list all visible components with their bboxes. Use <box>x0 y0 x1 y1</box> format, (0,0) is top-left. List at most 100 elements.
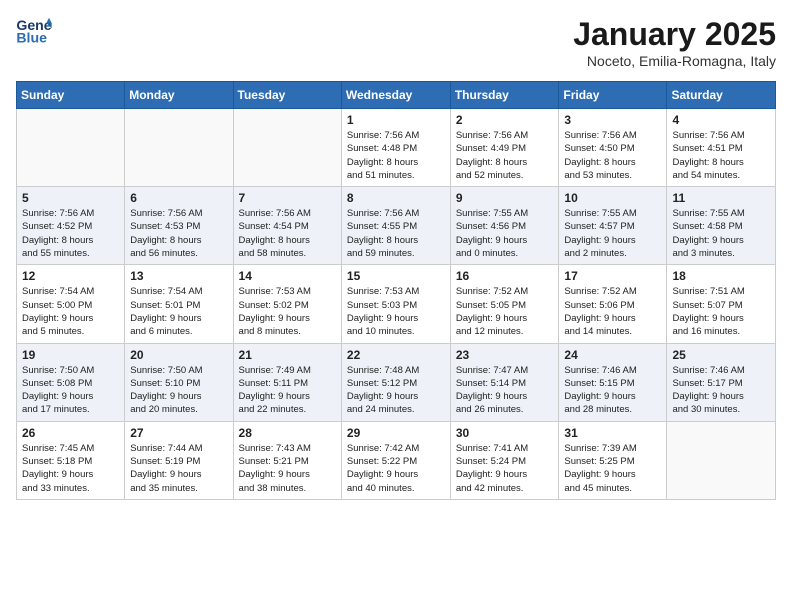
day-number: 29 <box>347 426 445 440</box>
calendar-week-row: 1Sunrise: 7:56 AM Sunset: 4:48 PM Daylig… <box>17 109 776 187</box>
day-info: Sunrise: 7:50 AM Sunset: 5:08 PM Dayligh… <box>22 364 119 417</box>
day-number: 14 <box>239 269 336 283</box>
calendar-week-row: 12 Sunrise: 7:54 AM Sunset: 5:00 PM Dayli… <box>17 265 776 343</box>
day-info: Sunrise: 7:56 AM Sunset: 4:54 PM Dayligh… <box>239 207 336 260</box>
calendar-cell: 6 Sunrise: 7:56 AM Sunset: 4:53 PM Daylig… <box>125 187 233 265</box>
day-info: Sunrise: 7:39 AM Sunset: 5:25 PM Dayligh… <box>564 442 661 495</box>
day-number: 15 <box>347 269 445 283</box>
day-info: Sunrise: 7:53 AM Sunset: 5:03 PM Dayligh… <box>347 285 445 338</box>
day-info: Sunrise: 7:56 AM Sunset: 4:50 PM Dayligh… <box>564 129 661 182</box>
calendar-cell: 17 Sunrise: 7:52 AM Sunset: 5:06 PM Dayli… <box>559 265 667 343</box>
day-number: 20 <box>130 348 227 362</box>
day-number: 9 <box>456 191 554 205</box>
weekday-header-thursday: Thursday <box>450 82 559 109</box>
calendar-cell: 15 Sunrise: 7:53 AM Sunset: 5:03 PM Dayli… <box>341 265 450 343</box>
calendar-cell: 22 Sunrise: 7:48 AM Sunset: 5:12 PM Dayli… <box>341 343 450 421</box>
day-number: 31 <box>564 426 661 440</box>
day-number: 12 <box>22 269 119 283</box>
day-number: 13 <box>130 269 227 283</box>
day-info: Sunrise: 7:45 AM Sunset: 5:18 PM Dayligh… <box>22 442 119 495</box>
day-number: 8 <box>347 191 445 205</box>
calendar-cell <box>125 109 233 187</box>
day-number: 28 <box>239 426 336 440</box>
calendar-cell: 4 Sunrise: 7:56 AM Sunset: 4:51 PM Daylig… <box>667 109 776 187</box>
calendar-cell: 26 Sunrise: 7:45 AM Sunset: 5:18 PM Dayli… <box>17 421 125 499</box>
calendar-cell: 13 Sunrise: 7:54 AM Sunset: 5:01 PM Dayli… <box>125 265 233 343</box>
day-number: 27 <box>130 426 227 440</box>
day-info: Sunrise: 7:44 AM Sunset: 5:19 PM Dayligh… <box>130 442 227 495</box>
day-number: 17 <box>564 269 661 283</box>
day-info: Sunrise: 7:55 AM Sunset: 4:57 PM Dayligh… <box>564 207 661 260</box>
day-info: Sunrise: 7:49 AM Sunset: 5:11 PM Dayligh… <box>239 364 336 417</box>
weekday-header-monday: Monday <box>125 82 233 109</box>
day-info: Sunrise: 7:52 AM Sunset: 5:05 PM Dayligh… <box>456 285 554 338</box>
day-number: 4 <box>672 113 770 127</box>
calendar-cell: 8 Sunrise: 7:56 AM Sunset: 4:55 PM Daylig… <box>341 187 450 265</box>
day-info: Sunrise: 7:52 AM Sunset: 5:06 PM Dayligh… <box>564 285 661 338</box>
svg-text:Blue: Blue <box>16 29 47 45</box>
day-number: 30 <box>456 426 554 440</box>
calendar-cell <box>233 109 341 187</box>
calendar-cell: 1Sunrise: 7:56 AM Sunset: 4:48 PM Daylig… <box>341 109 450 187</box>
calendar-cell: 16 Sunrise: 7:52 AM Sunset: 5:05 PM Dayli… <box>450 265 559 343</box>
weekday-header-friday: Friday <box>559 82 667 109</box>
day-number: 18 <box>672 269 770 283</box>
day-info: Sunrise: 7:55 AM Sunset: 4:58 PM Dayligh… <box>672 207 770 260</box>
day-number: 3 <box>564 113 661 127</box>
day-number: 25 <box>672 348 770 362</box>
calendar-cell: 31 Sunrise: 7:39 AM Sunset: 5:25 PM Dayli… <box>559 421 667 499</box>
day-info: Sunrise: 7:47 AM Sunset: 5:14 PM Dayligh… <box>456 364 554 417</box>
weekday-header-tuesday: Tuesday <box>233 82 341 109</box>
day-info: Sunrise: 7:48 AM Sunset: 5:12 PM Dayligh… <box>347 364 445 417</box>
logo-icon: General Blue <box>16 16 52 46</box>
day-info: Sunrise: 7:51 AM Sunset: 5:07 PM Dayligh… <box>672 285 770 338</box>
day-info: Sunrise: 7:42 AM Sunset: 5:22 PM Dayligh… <box>347 442 445 495</box>
day-number: 23 <box>456 348 554 362</box>
day-number: 24 <box>564 348 661 362</box>
day-number: 6 <box>130 191 227 205</box>
calendar-cell: 29 Sunrise: 7:42 AM Sunset: 5:22 PM Dayli… <box>341 421 450 499</box>
day-number: 22 <box>347 348 445 362</box>
day-number: 10 <box>564 191 661 205</box>
calendar-week-row: 26 Sunrise: 7:45 AM Sunset: 5:18 PM Dayli… <box>17 421 776 499</box>
day-info: Sunrise: 7:56 AM Sunset: 4:49 PM Dayligh… <box>456 129 554 182</box>
weekday-header-row: SundayMondayTuesdayWednesdayThursdayFrid… <box>17 82 776 109</box>
calendar-cell <box>17 109 125 187</box>
calendar-cell <box>667 421 776 499</box>
day-info: Sunrise: 7:46 AM Sunset: 5:15 PM Dayligh… <box>564 364 661 417</box>
day-number: 5 <box>22 191 119 205</box>
calendar-cell: 27 Sunrise: 7:44 AM Sunset: 5:19 PM Dayli… <box>125 421 233 499</box>
day-info: Sunrise: 7:56 AM Sunset: 4:51 PM Dayligh… <box>672 129 770 182</box>
day-number: 11 <box>672 191 770 205</box>
calendar-cell: 3 Sunrise: 7:56 AM Sunset: 4:50 PM Daylig… <box>559 109 667 187</box>
calendar-cell: 30Sunrise: 7:41 AM Sunset: 5:24 PM Dayli… <box>450 421 559 499</box>
calendar-cell: 18 Sunrise: 7:51 AM Sunset: 5:07 PM Dayli… <box>667 265 776 343</box>
day-info: Sunrise: 7:56 AM Sunset: 4:55 PM Dayligh… <box>347 207 445 260</box>
day-info: Sunrise: 7:54 AM Sunset: 5:01 PM Dayligh… <box>130 285 227 338</box>
calendar-cell: 7Sunrise: 7:56 AM Sunset: 4:54 PM Daylig… <box>233 187 341 265</box>
day-info: Sunrise: 7:54 AM Sunset: 5:00 PM Dayligh… <box>22 285 119 338</box>
day-info: Sunrise: 7:55 AM Sunset: 4:56 PM Dayligh… <box>456 207 554 260</box>
calendar-cell: 23 Sunrise: 7:47 AM Sunset: 5:14 PM Dayli… <box>450 343 559 421</box>
logo: General Blue <box>16 16 52 46</box>
month-title: January 2025 <box>573 16 776 53</box>
calendar-cell: 5 Sunrise: 7:56 AM Sunset: 4:52 PM Daylig… <box>17 187 125 265</box>
day-info: Sunrise: 7:46 AM Sunset: 5:17 PM Dayligh… <box>672 364 770 417</box>
calendar-cell: 14 Sunrise: 7:53 AM Sunset: 5:02 PM Dayli… <box>233 265 341 343</box>
day-info: Sunrise: 7:56 AM Sunset: 4:53 PM Dayligh… <box>130 207 227 260</box>
day-info: Sunrise: 7:53 AM Sunset: 5:02 PM Dayligh… <box>239 285 336 338</box>
calendar-cell: 12 Sunrise: 7:54 AM Sunset: 5:00 PM Dayli… <box>17 265 125 343</box>
weekday-header-wednesday: Wednesday <box>341 82 450 109</box>
calendar-cell: 21 Sunrise: 7:49 AM Sunset: 5:11 PM Dayli… <box>233 343 341 421</box>
day-number: 16 <box>456 269 554 283</box>
calendar-week-row: 19Sunrise: 7:50 AM Sunset: 5:08 PM Dayli… <box>17 343 776 421</box>
day-info: Sunrise: 7:56 AM Sunset: 4:48 PM Dayligh… <box>347 129 445 182</box>
calendar-week-row: 5 Sunrise: 7:56 AM Sunset: 4:52 PM Daylig… <box>17 187 776 265</box>
day-number: 26 <box>22 426 119 440</box>
calendar-table: SundayMondayTuesdayWednesdayThursdayFrid… <box>16 81 776 500</box>
day-number: 21 <box>239 348 336 362</box>
day-info: Sunrise: 7:56 AM Sunset: 4:52 PM Dayligh… <box>22 207 119 260</box>
calendar-cell: 25 Sunrise: 7:46 AM Sunset: 5:17 PM Dayli… <box>667 343 776 421</box>
weekday-header-sunday: Sunday <box>17 82 125 109</box>
calendar-cell: 19Sunrise: 7:50 AM Sunset: 5:08 PM Dayli… <box>17 343 125 421</box>
